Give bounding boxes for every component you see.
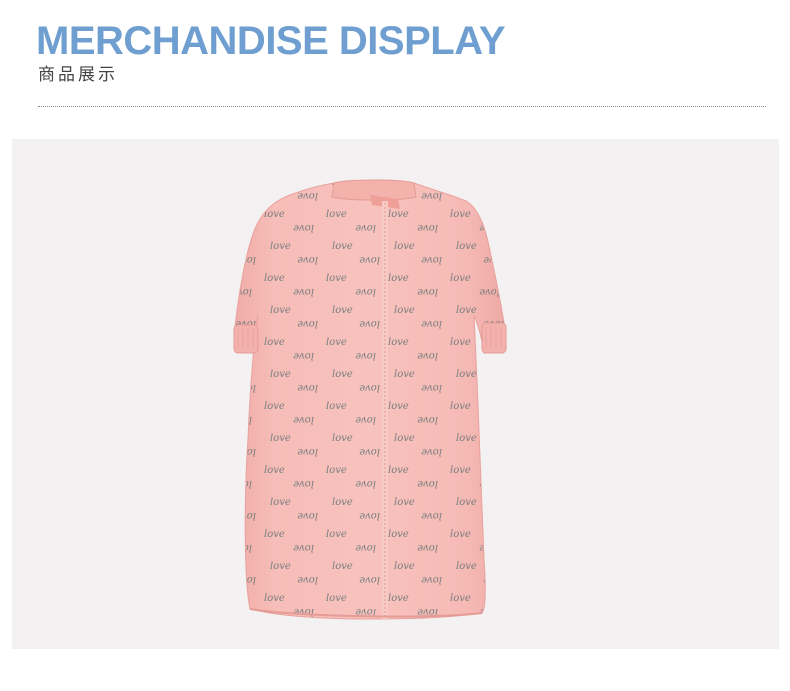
section-title: MERCHANDISE DISPLAY <box>36 19 506 63</box>
section-subtitle: 商品展示 <box>38 65 118 85</box>
product-image: love love love love <box>233 179 507 620</box>
product-display-panel: love love love love <box>12 139 779 649</box>
dotted-divider <box>38 106 766 107</box>
